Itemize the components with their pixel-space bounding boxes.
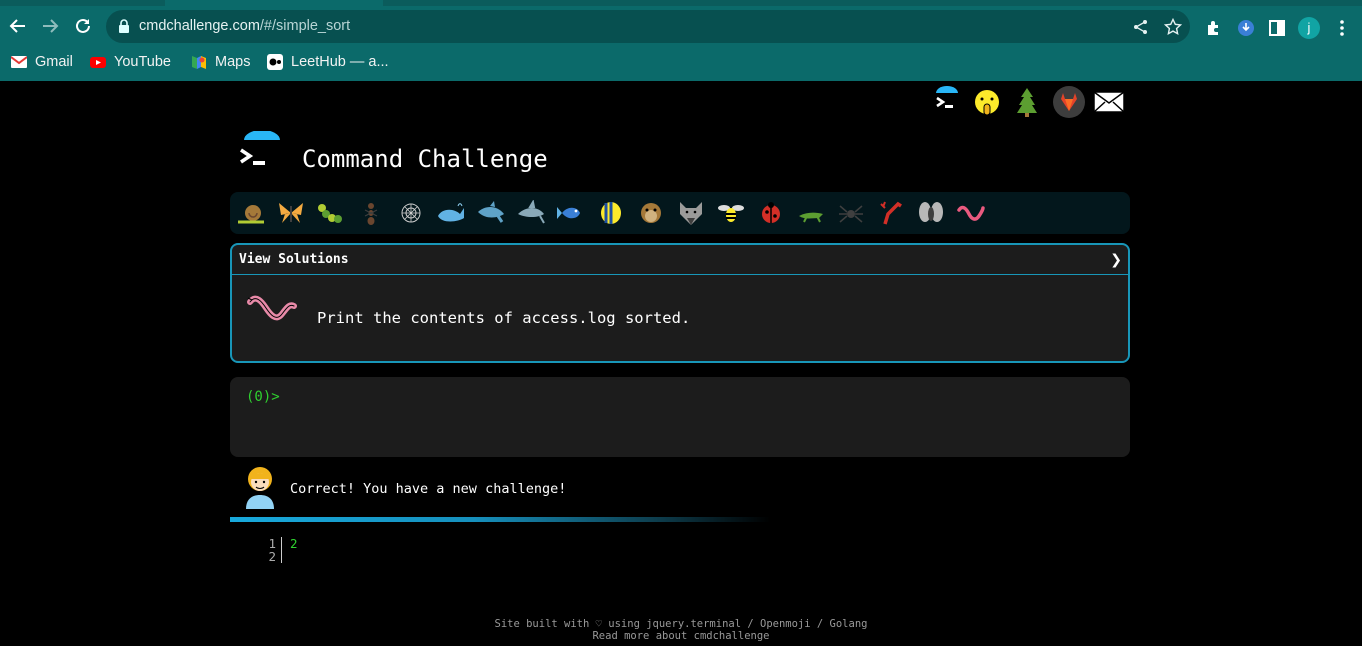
worm-icon[interactable] xyxy=(956,200,986,226)
line-number: 2 xyxy=(268,549,276,564)
feedback-message: Correct! You have a new challenge! xyxy=(240,465,1120,511)
youtube-icon xyxy=(90,57,106,68)
bookmarks-bar: Gmail YouTube Maps LeetHub — a... xyxy=(0,47,1362,77)
wolf-icon[interactable] xyxy=(676,200,706,226)
gitlab-icon[interactable] xyxy=(1052,85,1086,119)
page-content: Command Challenge View Solutions ❯ Print… xyxy=(0,81,1362,646)
terminal-prompt: (0)> xyxy=(246,389,280,405)
chevron-right-icon: ❯ xyxy=(1110,251,1122,268)
tropical-fish-icon[interactable] xyxy=(596,200,626,226)
profile-avatar[interactable]: j xyxy=(1298,17,1320,39)
view-solutions-toggle[interactable]: View Solutions ❯ xyxy=(232,245,1128,275)
terminal-logo-icon[interactable] xyxy=(930,85,964,119)
fish-icon[interactable] xyxy=(556,200,586,226)
leethub-icon xyxy=(267,54,283,70)
snail-icon[interactable] xyxy=(236,200,266,226)
blowfish-icon[interactable] xyxy=(636,200,666,226)
forward-icon[interactable] xyxy=(38,14,62,38)
tree-icon[interactable] xyxy=(1010,85,1044,119)
worm-icon xyxy=(247,295,297,321)
browser-chrome: cmdchallenge.com/#/simple_sort j Gmail Y… xyxy=(0,0,1362,81)
person-icon xyxy=(246,467,274,509)
back-icon[interactable] xyxy=(6,14,30,38)
fly-icon[interactable] xyxy=(916,200,946,226)
extensions-icon[interactable] xyxy=(1204,18,1224,38)
site-footer: Site built with ♡ using jquery.terminal … xyxy=(0,618,1362,642)
spider-icon[interactable] xyxy=(836,200,866,226)
line-gutter: 1 2 xyxy=(260,537,282,563)
scorpion-icon[interactable] xyxy=(876,200,906,226)
bookmark-gmail[interactable]: Gmail xyxy=(11,53,73,71)
gmail-icon xyxy=(11,56,27,68)
bookmark-maps[interactable]: Maps xyxy=(191,53,250,71)
code-lines: 2 xyxy=(290,537,298,550)
dolphin-icon[interactable] xyxy=(516,200,546,226)
address-bar[interactable]: cmdchallenge.com/#/simple_sort xyxy=(106,10,1190,43)
browser-toolbar: cmdchallenge.com/#/simple_sort j xyxy=(0,6,1362,46)
ladybug-icon[interactable] xyxy=(756,200,786,226)
terminal-input[interactable]: (0)> xyxy=(230,377,1130,457)
top-links xyxy=(930,85,1130,119)
bookmark-youtube[interactable]: YouTube xyxy=(90,53,171,71)
mail-icon[interactable] xyxy=(1092,85,1126,119)
side-panel-icon[interactable] xyxy=(1267,18,1287,38)
footer-credits[interactable]: Site built with ♡ using jquery.terminal … xyxy=(0,618,1362,630)
page-title: Command Challenge xyxy=(302,145,548,173)
output-editor: 1 2 2 xyxy=(260,537,460,577)
challenge-description: Print the contents of access.log sorted. xyxy=(317,309,691,327)
challenge-nav xyxy=(230,192,1130,234)
code-line: 2 xyxy=(290,536,298,551)
view-solutions-label: View Solutions xyxy=(239,252,349,267)
butterfly-icon[interactable] xyxy=(276,200,306,226)
more-menu-icon[interactable] xyxy=(1332,18,1352,38)
challenge-card: View Solutions ❯ Print the contents of a… xyxy=(230,243,1130,363)
site-logo-icon[interactable] xyxy=(236,131,282,177)
download-extension-icon[interactable] xyxy=(1236,18,1256,38)
bookmark-star-icon[interactable] xyxy=(1164,18,1182,36)
shark-icon[interactable] xyxy=(476,200,506,226)
bookmark-leethub[interactable]: LeetHub — a... xyxy=(267,53,389,71)
shushing-face-icon[interactable] xyxy=(970,85,1004,119)
url-text: cmdchallenge.com/#/simple_sort xyxy=(139,18,351,34)
share-icon[interactable] xyxy=(1132,18,1150,36)
reload-icon[interactable] xyxy=(71,14,95,38)
feedback-text: Correct! You have a new challenge! xyxy=(290,481,567,497)
caterpillar-icon[interactable] xyxy=(316,200,346,226)
progress-divider xyxy=(230,517,770,522)
spider-web-icon[interactable] xyxy=(396,200,426,226)
lock-icon xyxy=(119,19,129,33)
cricket-icon[interactable] xyxy=(796,200,826,226)
ant-icon[interactable] xyxy=(356,200,386,226)
maps-icon xyxy=(192,56,206,69)
bee-icon[interactable] xyxy=(716,200,746,226)
footer-about-link[interactable]: Read more about cmdchallenge xyxy=(0,630,1362,642)
whale-icon[interactable] xyxy=(436,200,466,226)
